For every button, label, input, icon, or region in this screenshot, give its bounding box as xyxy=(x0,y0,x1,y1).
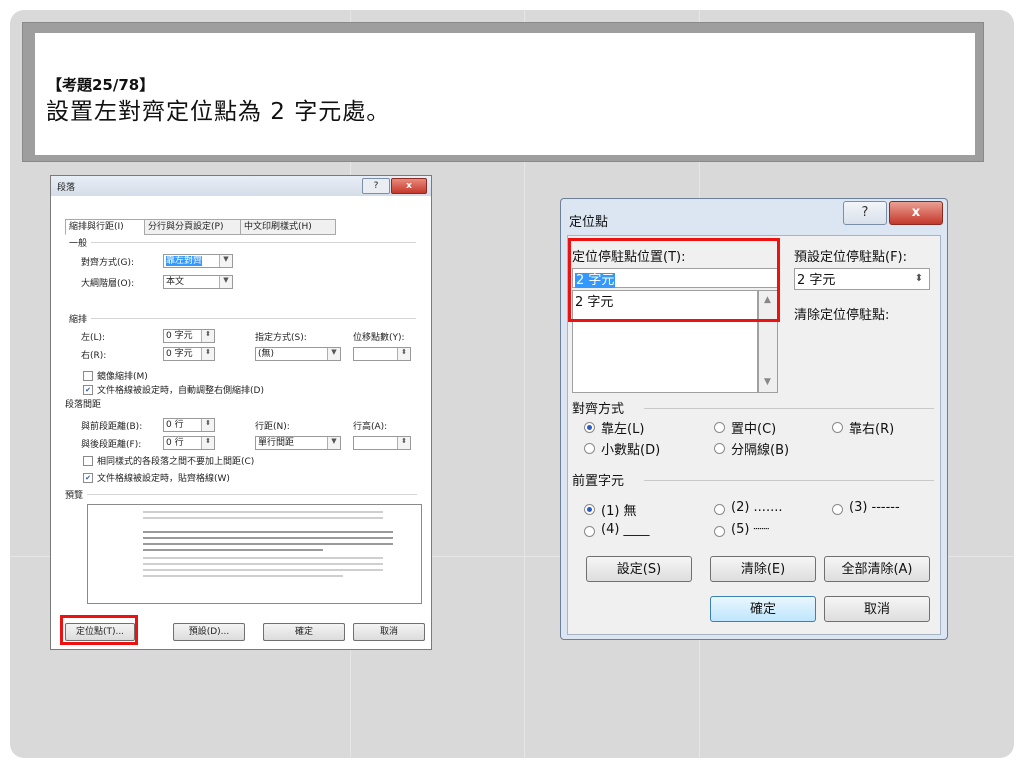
divider xyxy=(91,242,416,243)
preview-line xyxy=(143,517,383,519)
spacing-label: 段落間距 xyxy=(65,400,102,410)
tab-line-page-breaks[interactable]: 分行與分頁設定(P) xyxy=(144,219,242,235)
leader-2-radio[interactable] xyxy=(714,504,725,515)
auto-indent-checkbox[interactable]: ✔ xyxy=(83,385,93,395)
question-text: 設置左對齊定位點為 2 字元處。 xyxy=(46,99,391,125)
leader-3-label: (3) ------ xyxy=(849,500,900,515)
divider xyxy=(87,494,417,495)
at-label: 行高(A): xyxy=(353,422,388,432)
default-button[interactable]: 預設(D)... xyxy=(173,623,245,641)
ok-button[interactable]: 確定 xyxy=(710,596,816,622)
preview-line xyxy=(143,569,383,571)
preview-label: 預覽 xyxy=(65,491,84,501)
preview-line xyxy=(143,543,393,545)
preview-line xyxy=(143,549,323,551)
general-label: 一般 xyxy=(69,239,88,249)
no-space-label: 相同樣式的各段落之間不要加上間距(C) xyxy=(97,457,255,467)
dialog-title: 定位點 xyxy=(569,215,609,230)
preview-line xyxy=(143,537,393,539)
align-right-radio[interactable] xyxy=(832,422,843,433)
snap-grid-label: 文件格線被設定時，貼齊格線(W) xyxy=(97,474,230,484)
close-button[interactable]: x xyxy=(889,201,943,225)
by-label: 位移點數(Y): xyxy=(353,333,405,343)
help-button[interactable]: ? xyxy=(362,178,390,194)
align-bar-label: 分隔線(B) xyxy=(731,443,790,458)
preview-line xyxy=(143,563,383,565)
mirror-label: 鏡像縮排(M) xyxy=(97,372,148,382)
alignment-group-label: 對齊方式 xyxy=(572,402,625,417)
spinner-icon[interactable]: ⬍ xyxy=(201,330,214,342)
preview-pane xyxy=(87,504,422,604)
tab-indents-spacing[interactable]: 縮排與行距(I) xyxy=(65,219,145,235)
spinner-icon[interactable]: ⬍ xyxy=(910,270,928,288)
align-decimal-radio[interactable] xyxy=(584,443,595,454)
help-button[interactable]: ? xyxy=(843,201,887,225)
leader-4-radio[interactable] xyxy=(584,526,595,537)
scroll-down-icon[interactable]: ▼ xyxy=(764,377,771,387)
align-left-radio[interactable] xyxy=(584,422,595,433)
special-label: 指定方式(S): xyxy=(255,333,307,343)
divider xyxy=(644,480,934,481)
leader-4-label: (4) ____ xyxy=(601,522,650,537)
tab-asian-typography[interactable]: 中文印刷樣式(H) xyxy=(240,219,336,235)
spinner-icon[interactable]: ⬍ xyxy=(397,348,410,360)
alignment-label: 對齊方式(G): xyxy=(81,258,135,268)
leader-3-radio[interactable] xyxy=(832,504,843,515)
dialog-title: 段落 xyxy=(57,183,76,193)
align-decimal-label: 小數點(D) xyxy=(601,443,661,458)
align-center-label: 置中(C) xyxy=(731,422,777,437)
divider xyxy=(644,408,934,409)
mirror-checkbox[interactable] xyxy=(83,371,93,381)
clear-label: 清除定位停駐點: xyxy=(794,308,890,323)
indent-label: 縮排 xyxy=(69,315,88,325)
set-button[interactable]: 設定(S) xyxy=(586,556,692,582)
paragraph-dialog: 段落 ? x 縮排與行距(I) 分行與分頁設定(P) 中文印刷樣式(H) 一般 … xyxy=(50,175,432,650)
auto-indent-label: 文件格線被設定時，自動調整右側縮排(D) xyxy=(97,386,264,396)
align-right-label: 靠右(R) xyxy=(849,422,895,437)
cancel-button[interactable]: 取消 xyxy=(824,596,930,622)
leader-5-label: (5) ┈┈ xyxy=(731,522,770,537)
line-spacing-label: 行距(N): xyxy=(255,422,290,432)
spinner-icon[interactable]: ⬍ xyxy=(201,348,214,360)
spinner-icon[interactable]: ⬍ xyxy=(397,437,410,449)
default-tab-label: 預設定位停駐點(F): xyxy=(794,250,908,265)
spinner-icon[interactable]: ⬍ xyxy=(201,437,214,449)
ok-button[interactable]: 確定 xyxy=(263,623,345,641)
highlight-tab-stop-field xyxy=(568,238,780,322)
no-space-checkbox[interactable] xyxy=(83,456,93,466)
preview-line xyxy=(143,531,393,533)
outline-label: 大綱階層(O): xyxy=(81,279,135,289)
close-button[interactable]: x xyxy=(391,178,427,194)
divider xyxy=(91,318,416,319)
dropdown-arrow-icon: ▼ xyxy=(327,348,340,360)
dropdown-arrow-icon: ▼ xyxy=(327,437,340,449)
preview-line xyxy=(143,557,383,559)
after-label: 與後段距離(F): xyxy=(81,440,142,450)
snap-grid-checkbox[interactable]: ✔ xyxy=(83,473,93,483)
left-indent-label: 左(L): xyxy=(81,333,106,343)
before-label: 與前段距離(B): xyxy=(81,422,143,432)
dropdown-arrow-icon: ▼ xyxy=(219,276,232,288)
preview-line xyxy=(143,511,383,513)
align-left-label: 靠左(L) xyxy=(601,422,645,437)
leader-group-label: 前置字元 xyxy=(572,474,625,489)
dropdown-arrow-icon: ▼ xyxy=(219,255,232,267)
align-center-radio[interactable] xyxy=(714,422,725,433)
clear-button[interactable]: 清除(E) xyxy=(710,556,816,582)
align-bar-radio[interactable] xyxy=(714,443,725,454)
leader-5-radio[interactable] xyxy=(714,526,725,537)
leader-2-label: (2) ....... xyxy=(731,500,783,515)
highlight-tabs-button xyxy=(60,615,138,645)
leader-1-label: (1) 無 xyxy=(601,504,637,519)
cancel-button[interactable]: 取消 xyxy=(353,623,425,641)
leader-1-radio[interactable] xyxy=(584,504,595,515)
preview-line xyxy=(143,575,343,577)
spinner-icon[interactable]: ⬍ xyxy=(201,419,214,431)
right-indent-label: 右(R): xyxy=(81,351,107,361)
clear-all-button[interactable]: 全部清除(A) xyxy=(824,556,930,582)
alignment-value: 靠左對齊 xyxy=(166,256,203,266)
